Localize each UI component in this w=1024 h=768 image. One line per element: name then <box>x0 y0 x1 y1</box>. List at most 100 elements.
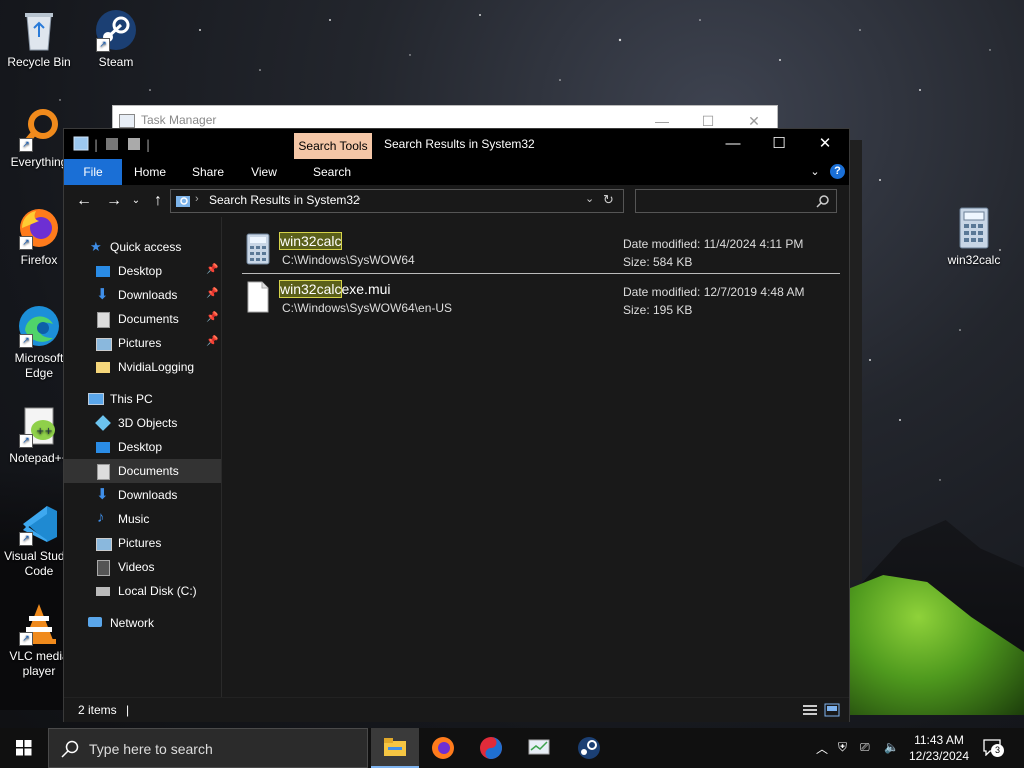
tab-view[interactable]: View <box>240 159 288 185</box>
list-item[interactable]: win32calc C:\Windows\SysWOW64 Date modif… <box>240 231 840 271</box>
computer-icon <box>88 393 104 405</box>
desktop-folder-icon <box>96 266 110 277</box>
firefox-icon: ↗ <box>17 206 61 250</box>
taskbar-task-manager[interactable] <box>515 728 563 768</box>
forward-arrow-icon[interactable]: → <box>104 192 124 210</box>
pin-icon[interactable]: 📌 <box>206 288 218 299</box>
download-arrow-icon: ⬇ <box>96 486 109 503</box>
maximize-button[interactable]: ☐ <box>756 129 802 159</box>
file-name[interactable]: win32calcexe.mui <box>278 280 391 298</box>
back-arrow-icon[interactable]: ← <box>74 192 94 210</box>
details-view-icon[interactable] <box>802 703 818 717</box>
sidebar-item-downloads[interactable]: ⬇ Downloads <box>64 483 221 507</box>
tab-home[interactable]: Home <box>126 159 174 185</box>
file-explorer-window[interactable]: | | Search Tools Search Results in Syste… <box>63 128 850 722</box>
download-arrow-icon: ⬇ <box>96 286 109 303</box>
network-icon <box>88 617 102 627</box>
notification-count-badge: 3 <box>991 744 1004 757</box>
navigation-bar: ← → ⌄ ↑ › Search Results in System32 › ⌄… <box>64 185 849 217</box>
svg-text:|: | <box>146 138 150 152</box>
folder-icon <box>96 362 110 373</box>
sidebar-item-pictures[interactable]: Pictures <box>64 531 221 555</box>
tab-share[interactable]: Share <box>184 159 232 185</box>
notepadpp-icon: ++ ↗ <box>17 404 61 448</box>
taskbar-firefox[interactable] <box>419 728 467 768</box>
item-count: 2 items <box>78 703 117 717</box>
action-center-button[interactable]: 3 <box>982 738 1004 757</box>
desktop-icon-label: Steam <box>98 55 134 69</box>
clock-time: 11:43 AM <box>914 733 964 747</box>
sidebar-item-quick-access[interactable]: ★ Quick access <box>64 235 221 259</box>
sidebar-item-downloads[interactable]: ⬇ Downloads 📌 <box>64 283 221 307</box>
sidebar-item-music[interactable]: ♪ Music <box>64 507 221 531</box>
breadcrumb-chevron-icon[interactable]: › <box>195 193 199 205</box>
steam-icon <box>578 737 600 759</box>
tab-file[interactable]: File <box>64 159 122 185</box>
sidebar-item-3d-objects[interactable]: 3D Objects <box>64 411 221 435</box>
sidebar-item-local-disk[interactable]: Local Disk (C:) <box>64 579 221 603</box>
show-hidden-icons-chevron[interactable]: ︿ <box>816 740 828 757</box>
desktop-icon-steam[interactable]: ↗ Steam <box>78 8 154 70</box>
shortcut-arrow-icon: ↗ <box>19 138 33 152</box>
pin-icon[interactable]: 📌 <box>206 336 218 347</box>
help-icon[interactable]: ? <box>830 164 845 179</box>
pin-icon[interactable]: 📌 <box>206 312 218 323</box>
task-manager-title: Task Manager <box>141 113 217 127</box>
file-name[interactable]: win32calc <box>278 232 343 250</box>
clock[interactable]: 11:43 AM 12/23/2024 <box>906 732 972 764</box>
pin-icon[interactable]: 📌 <box>206 264 218 275</box>
minimize-button[interactable]: — <box>710 129 756 159</box>
search-tools-context-tab[interactable]: Search Tools <box>294 133 372 159</box>
volume-icon[interactable]: 🔈 <box>884 740 899 754</box>
start-button[interactable] <box>0 728 48 768</box>
date-modified: Date modified: 12/7/2019 4:48 AM <box>623 285 805 299</box>
security-shield-icon[interactable]: ⛨ <box>838 740 847 755</box>
address-text[interactable]: Search Results in System32 <box>209 193 360 207</box>
address-bar[interactable]: › Search Results in System32 › ⌄ ↻ <box>170 189 624 213</box>
sidebar-item-network[interactable]: Network <box>64 611 221 635</box>
taskbar: Type here to search ︿ ⛨ ⎚ 🔈 11:43 AM 12/… <box>0 728 1024 768</box>
taskbar-steam[interactable] <box>565 728 613 768</box>
breadcrumb-chevron-icon[interactable]: › <box>357 193 361 205</box>
desktop-icon-win32calc[interactable]: win32calc <box>936 206 1012 268</box>
network-icon[interactable]: ⎚ <box>860 740 870 755</box>
desktop-icon-recycle-bin[interactable]: Recycle Bin <box>1 8 77 70</box>
sidebar-item-nvidialogging[interactable]: NvidiaLogging <box>64 355 221 379</box>
windows-logo-icon <box>16 740 32 756</box>
up-arrow-icon[interactable]: ↑ <box>148 192 168 210</box>
taskbar-app-yinyang[interactable] <box>467 728 515 768</box>
title-bar[interactable]: | | Search Tools Search Results in Syste… <box>64 129 849 159</box>
document-icon <box>97 312 110 328</box>
search-box[interactable] <box>635 189 837 213</box>
shortcut-arrow-icon: ↗ <box>19 532 33 546</box>
sidebar-item-documents-selected[interactable]: Documents <box>64 459 221 483</box>
generic-file-icon <box>247 281 269 313</box>
status-separator: | <box>126 703 130 717</box>
taskbar-search-box[interactable]: Type here to search <box>48 728 368 768</box>
taskbar-file-explorer[interactable] <box>371 728 419 768</box>
desktop-icon-label: Recycle Bin <box>7 55 71 69</box>
recent-locations-chevron-icon[interactable]: ⌄ <box>126 192 146 210</box>
desktop-folder-icon <box>96 442 110 453</box>
sidebar-item-desktop[interactable]: Desktop <box>64 435 221 459</box>
refresh-icon[interactable]: ↻ <box>603 192 614 208</box>
close-button[interactable]: ✕ <box>802 129 848 159</box>
music-note-icon: ♪ <box>97 509 105 526</box>
drive-icon <box>96 587 110 596</box>
sidebar-item-this-pc[interactable]: This PC <box>64 387 221 411</box>
sidebar-item-pictures[interactable]: Pictures 📌 <box>64 331 221 355</box>
sidebar-item-documents[interactable]: Documents 📌 <box>64 307 221 331</box>
quick-access-toolbar[interactable]: | | <box>72 136 172 152</box>
address-dropdown-chevron-icon[interactable]: ⌄ <box>585 192 594 205</box>
sidebar-item-desktop[interactable]: Desktop 📌 <box>64 259 221 283</box>
search-match-highlight: win32calc <box>278 280 343 298</box>
large-icons-view-icon[interactable] <box>824 703 840 717</box>
tab-search[interactable]: Search <box>304 159 360 185</box>
recycle-bin-icon <box>17 8 61 52</box>
film-icon <box>97 560 110 576</box>
expand-ribbon-icon[interactable]: ⌄ <box>806 159 824 185</box>
sidebar-item-videos[interactable]: Videos <box>64 555 221 579</box>
list-item[interactable]: win32calcexe.mui C:\Windows\SysWOW64\en-… <box>240 279 840 319</box>
vlc-cone-icon: ↗ <box>17 602 61 646</box>
document-icon <box>97 464 110 480</box>
